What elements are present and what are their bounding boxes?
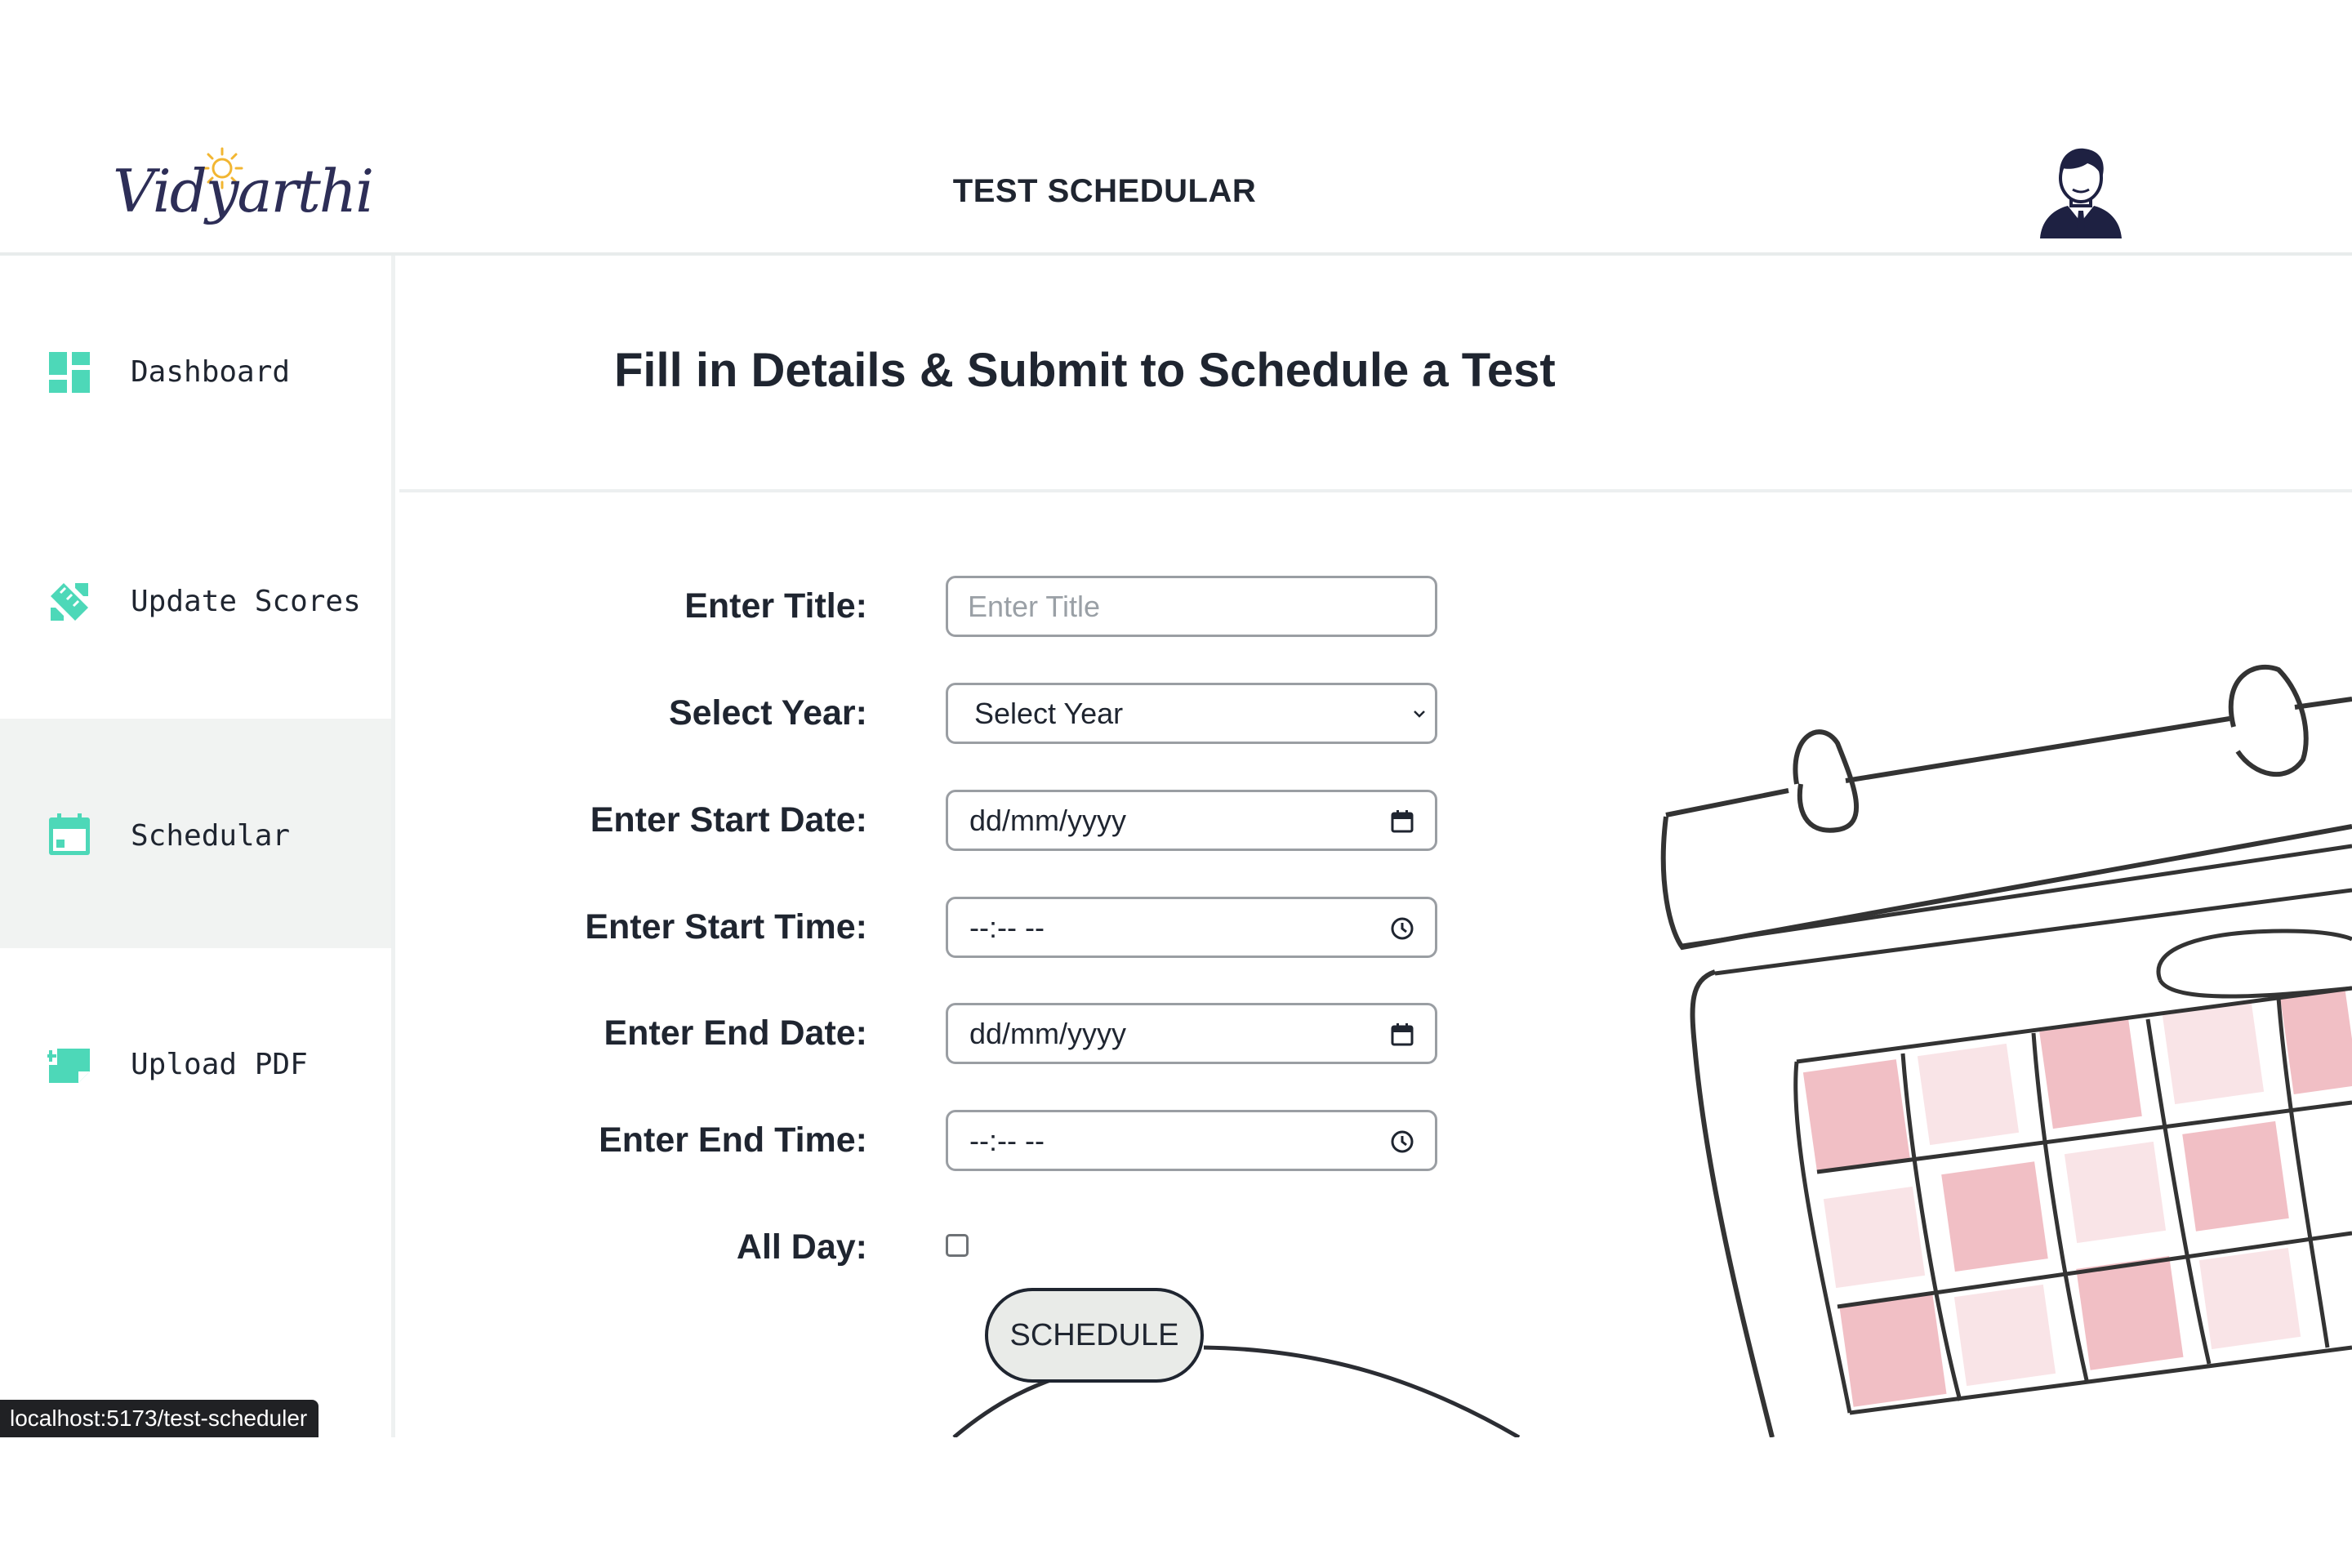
bottom-margin [0, 1437, 2352, 1568]
all-day-label: All Day: [736, 1227, 867, 1267]
end-time-label: Enter End Time: [599, 1120, 867, 1160]
all-day-checkbox[interactable] [946, 1234, 969, 1257]
heading-divider [399, 489, 2352, 492]
sidebar-item-label: Upload PDF [131, 1048, 308, 1081]
end-date-label: Enter End Date: [604, 1013, 867, 1053]
sidebar-item-label: Dashboard [131, 355, 291, 389]
start-time-label: Enter Start Time: [585, 907, 867, 947]
start-date-value: dd/mm/yyyy [969, 804, 1127, 837]
clock-icon[interactable] [1389, 915, 1415, 942]
sidebar-item-schedular[interactable]: Schedular [0, 719, 391, 948]
user-avatar-icon[interactable] [2035, 144, 2127, 238]
end-date-input[interactable]: dd/mm/yyyy [946, 1003, 1437, 1064]
chevron-down-icon [1414, 710, 1425, 718]
sidebar-item-label: Schedular [131, 819, 291, 853]
ruler-pencil-icon [51, 583, 88, 621]
dashboard-icon [49, 352, 90, 393]
clock-icon[interactable] [1389, 1129, 1415, 1155]
year-select-value: Select Year [974, 697, 1124, 730]
sidebar-item-dashboard[interactable]: Dashboard [0, 256, 391, 485]
year-select[interactable]: Select Year [946, 683, 1437, 744]
schedule-button[interactable]: SCHEDULE [985, 1288, 1204, 1383]
end-time-value: --:-- -- [969, 1124, 1045, 1157]
calendar-icon [49, 813, 90, 855]
start-time-input[interactable]: --:-- -- [946, 897, 1437, 958]
sidebar-item-label: Update Scores [131, 585, 361, 618]
year-label: Select Year: [668, 693, 867, 733]
end-time-input[interactable]: --:-- -- [946, 1110, 1437, 1171]
end-date-value: dd/mm/yyyy [969, 1017, 1127, 1050]
app-window: Vidyarthi TEST SCHEDULAR Dashboard Updat… [0, 0, 2352, 1437]
calendar-picker-icon[interactable] [1389, 1022, 1415, 1048]
status-bar-url: localhost:5173/test-scheduler [0, 1400, 319, 1437]
start-date-input[interactable]: dd/mm/yyyy [946, 790, 1437, 851]
sidebar-item-update-scores[interactable]: Update Scores [0, 485, 391, 715]
start-time-value: --:-- -- [969, 911, 1045, 944]
start-date-label: Enter Start Date: [590, 800, 867, 840]
top-header: Vidyarthi TEST SCHEDULAR [0, 0, 2352, 256]
form-heading: Fill in Details & Submit to Schedule a T… [614, 344, 1556, 397]
page-title: TEST SCHEDULAR [952, 173, 1257, 209]
calendar-picker-icon[interactable] [1389, 808, 1415, 835]
title-label: Enter Title: [684, 586, 867, 626]
sidebar: Dashboard Update Scores Schedular Upload… [0, 256, 395, 1437]
title-input[interactable] [946, 576, 1437, 637]
sidebar-item-upload-pdf[interactable]: Upload PDF [0, 948, 391, 1178]
add-note-icon [47, 1049, 90, 1083]
